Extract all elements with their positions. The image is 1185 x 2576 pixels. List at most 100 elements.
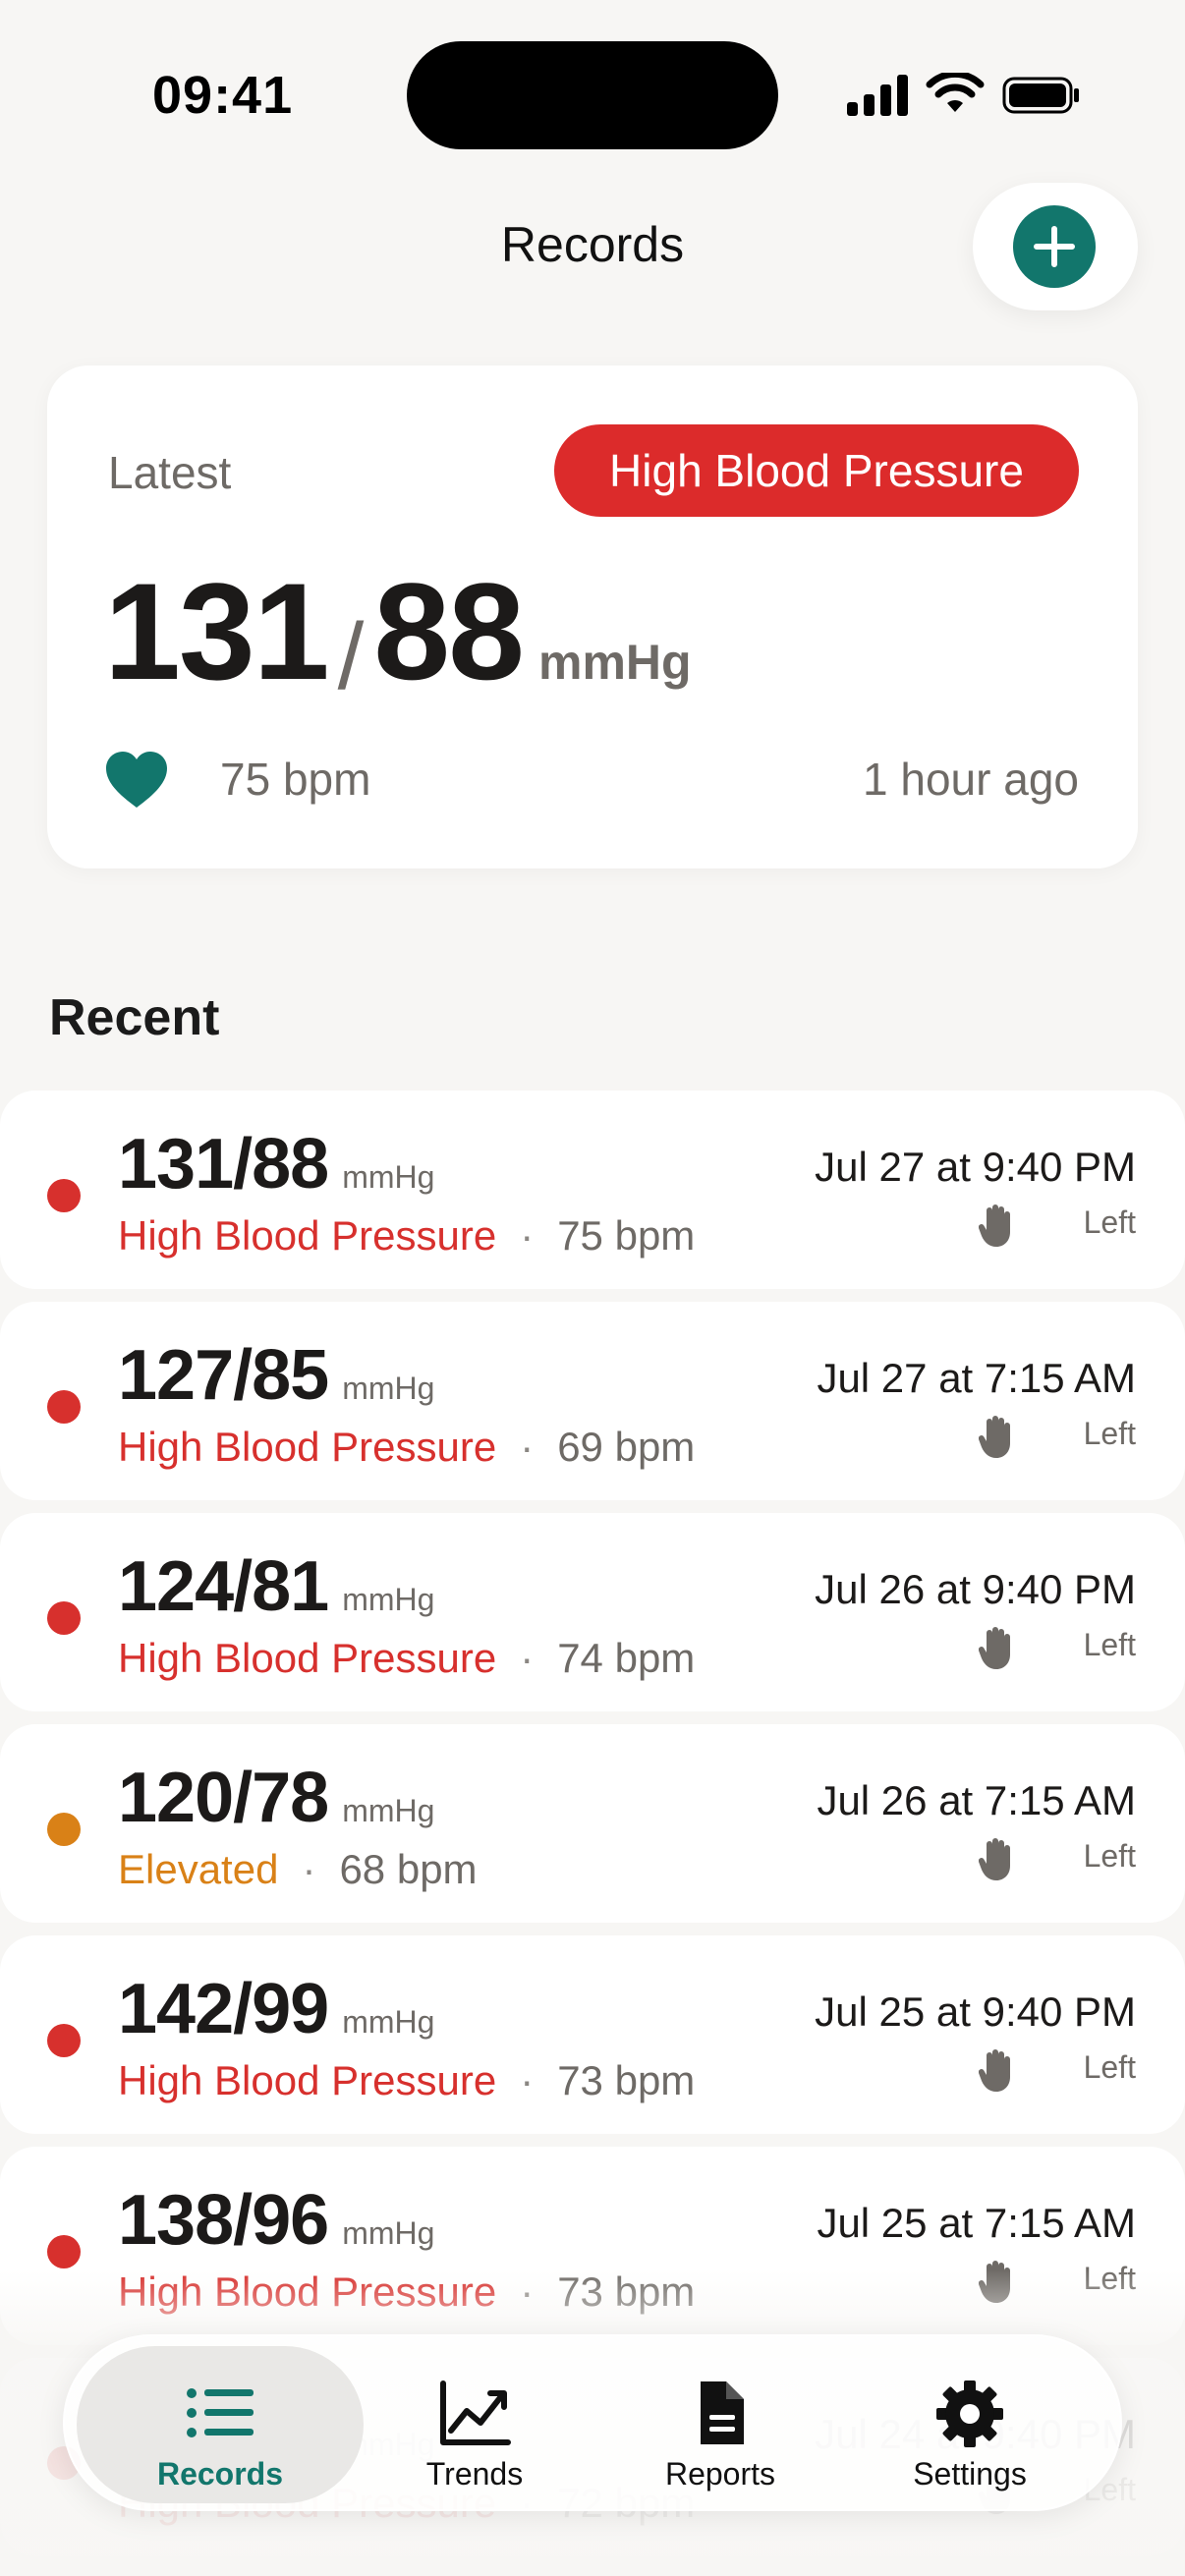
reading-unit: mmHg — [342, 1793, 435, 1828]
reading-row[interactable]: 127/85 mmHg High Blood Pressure · 69 bpm Jul … — [0, 1302, 1185, 1500]
tab-settings[interactable]: Settings — [847, 2346, 1093, 2503]
status-icons — [847, 71, 1083, 120]
row-reading: 124/81 mmHg — [118, 1546, 434, 1627]
separator-dot: · — [302, 1846, 316, 1892]
reading-date: Jul 26 at 9:40 PM — [815, 1566, 1136, 1612]
reading-row[interactable]: 142/99 mmHg High Blood Pressure · 73 bpm Jul … — [0, 1935, 1185, 2134]
reading-value: 131/88 — [118, 1125, 329, 1204]
row-subtitle: High Blood Pressure · 69 bpm — [118, 1424, 695, 1471]
reading-unit: mmHg — [342, 2215, 435, 2251]
reading-slash: / — [337, 604, 365, 709]
row-subtitle: High Blood Pressure · 75 bpm — [118, 1212, 695, 1260]
status-dot — [47, 2024, 81, 2057]
reading-value: 120/78 — [118, 1759, 329, 1837]
tab-label: Reports — [664, 2456, 776, 2492]
wifi-icon — [926, 73, 985, 112]
reading-status: High Blood Pressure — [118, 1212, 497, 1259]
reading-status: Elevated — [118, 1846, 279, 1892]
reading-unit: mmHg — [342, 1582, 435, 1617]
hand-icon — [978, 1836, 1014, 1881]
reading-date: Jul 25 at 7:15 AM — [817, 2200, 1136, 2246]
status-dot — [47, 1179, 81, 1212]
reading-bpm: 74 bpm — [557, 1635, 696, 1681]
reading-unit: mmHg — [538, 635, 692, 690]
reading-date: Jul 27 at 7:15 AM — [817, 1355, 1136, 1401]
reading-unit: mmHg — [342, 2004, 435, 2040]
reading-status: High Blood Pressure — [118, 1424, 497, 1470]
heart-rate: 75 bpm — [220, 754, 371, 805]
row-reading: 142/99 mmHg — [118, 1969, 434, 2049]
reading-row[interactable]: 120/78 mmHg Elevated · 68 bpm Jul 26 at 7:15 … — [0, 1724, 1185, 1923]
tab-records[interactable]: Records — [77, 2346, 364, 2503]
document-icon — [701, 2381, 744, 2444]
plus-icon — [1034, 226, 1075, 267]
add-record-button[interactable] — [973, 183, 1138, 310]
separator-dot: · — [520, 1212, 535, 1259]
reading-value: 127/85 — [118, 1336, 329, 1415]
arm-side: Left — [1083, 1416, 1136, 1451]
separator-dot: · — [520, 2057, 535, 2103]
arm-side: Left — [1083, 2049, 1136, 2085]
records-screen: 09:41 Records Latest High Blood Pressure… — [0, 0, 1185, 2576]
reading-value: 142/99 — [118, 1970, 329, 2048]
status-badge: High Blood Pressure — [554, 424, 1079, 517]
latest-time-ago: 1 hour ago — [863, 754, 1079, 805]
reading-status: High Blood Pressure — [118, 1635, 497, 1681]
reading-row[interactable]: 124/81 mmHg High Blood Pressure · 74 bpm Jul … — [0, 1513, 1185, 1711]
hand-icon — [978, 1203, 1014, 1248]
reading-date: Jul 26 at 7:15 AM — [817, 1777, 1136, 1823]
reading-date: Jul 25 at 9:40 PM — [815, 1988, 1136, 2035]
reading-value: 124/81 — [118, 1547, 329, 1626]
reading-row[interactable]: 131/88 mmHg High Blood Pressure · 75 bpm Jul … — [0, 1091, 1185, 1289]
arm-side: Left — [1083, 1204, 1136, 1240]
reading-bpm: 69 bpm — [557, 1424, 696, 1470]
reading-date: Jul 27 at 9:40 PM — [815, 1144, 1136, 1190]
status-dot — [47, 2235, 81, 2268]
tab-label: Settings — [913, 2456, 1027, 2492]
row-reading: 138/96 mmHg — [118, 2180, 434, 2261]
plus-button-circle[interactable] — [1013, 205, 1096, 288]
reading-bpm: 68 bpm — [339, 1846, 478, 1892]
heart-icon — [106, 752, 167, 808]
status-dot — [47, 1813, 81, 1846]
hand-icon — [978, 1625, 1014, 1670]
diastolic-value: 88 — [373, 554, 525, 708]
tab-reports[interactable]: Reports — [597, 2346, 843, 2503]
recent-section-title: Recent — [49, 989, 220, 1046]
reading-unit: mmHg — [342, 1159, 435, 1195]
row-reading: 127/85 mmHg — [118, 1335, 434, 1416]
arm-side: Left — [1083, 1627, 1136, 1662]
hand-icon — [978, 2047, 1014, 2093]
latest-reading-value: 131/88 mmHg — [104, 552, 692, 709]
hand-icon — [978, 1414, 1014, 1459]
row-reading: 120/78 mmHg — [118, 1758, 434, 1838]
reading-unit: mmHg — [342, 1371, 435, 1406]
chart-line-icon — [440, 2380, 511, 2445]
tab-label: Records — [156, 2456, 284, 2492]
tab-trends[interactable]: Trends — [352, 2346, 597, 2503]
tab-label: Trends — [425, 2456, 524, 2492]
row-subtitle: High Blood Pressure · 74 bpm — [118, 1635, 695, 1682]
reading-bpm: 75 bpm — [557, 1212, 696, 1259]
row-subtitle: Elevated · 68 bpm — [118, 1846, 478, 1893]
battery-icon — [1002, 77, 1079, 114]
cellular-signal-icon — [847, 71, 908, 116]
row-reading: 131/88 mmHg — [118, 1124, 434, 1204]
status-bar: 09:41 — [0, 0, 1185, 187]
systolic-value: 131 — [104, 554, 330, 708]
status-dot — [47, 1601, 81, 1635]
separator-dot: · — [520, 1424, 535, 1470]
latest-reading-card[interactable]: Latest High Blood Pressure 131/88 mmHg 75… — [47, 365, 1138, 868]
reading-value: 138/96 — [118, 2181, 329, 2260]
list-icon — [187, 2388, 254, 2437]
arm-side: Left — [1083, 1838, 1136, 1874]
gear-icon — [936, 2380, 1003, 2447]
reading-status: High Blood Pressure — [118, 2057, 497, 2103]
status-time: 09:41 — [152, 66, 294, 125]
separator-dot: · — [520, 1635, 535, 1681]
status-dot — [47, 1390, 81, 1424]
latest-label: Latest — [108, 447, 232, 498]
reading-bpm: 73 bpm — [557, 2057, 696, 2103]
tab-bar: Records Trends Reports Settings — [63, 2334, 1122, 2511]
row-subtitle: High Blood Pressure · 73 bpm — [118, 2057, 695, 2104]
